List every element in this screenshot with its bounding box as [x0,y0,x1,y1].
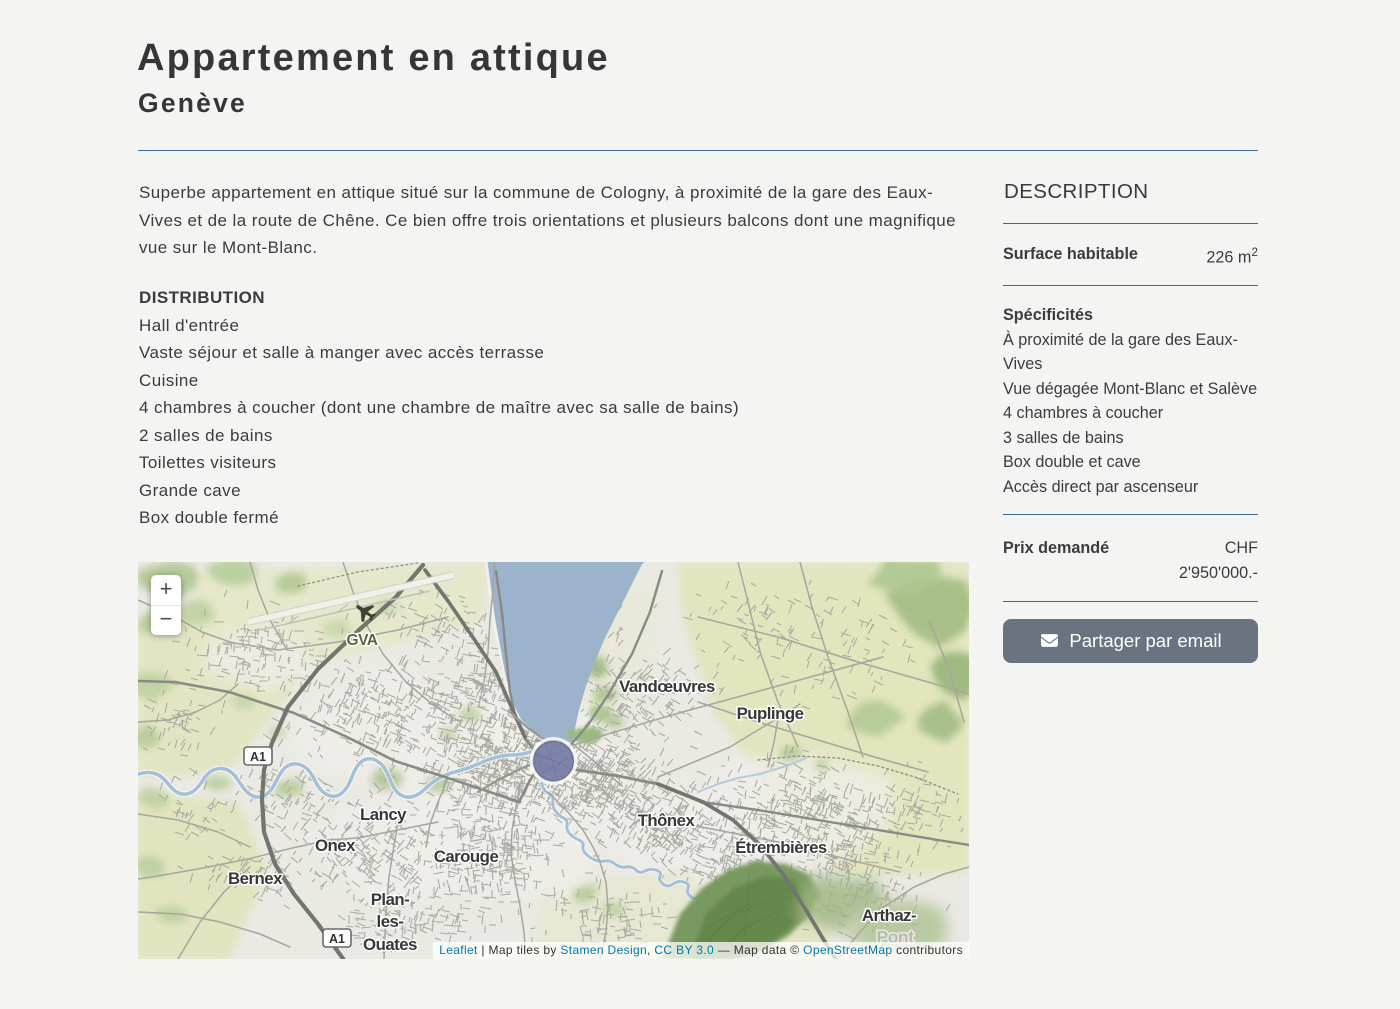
svg-text:Arthaz-: Arthaz- [862,906,916,925]
svg-text:Ouates: Ouates [363,935,417,954]
svg-text:Plan-: Plan- [371,890,410,909]
svg-text:Vandœuvres: Vandœuvres [619,677,715,696]
svg-text:Onex: Onex [315,836,356,855]
svg-text:Thônex: Thônex [638,811,696,830]
svg-text:Carouge: Carouge [434,847,499,866]
svg-text:Étrembières: Étrembières [735,838,827,857]
svg-text:GVA: GVA [347,632,378,649]
svg-text:A1: A1 [250,750,266,764]
svg-text:A1: A1 [329,932,345,946]
svg-text:Bernex: Bernex [228,869,283,888]
svg-text:les-: les- [377,912,404,931]
svg-text:Puplinge: Puplinge [737,704,804,723]
svg-text:Lancy: Lancy [360,805,407,824]
